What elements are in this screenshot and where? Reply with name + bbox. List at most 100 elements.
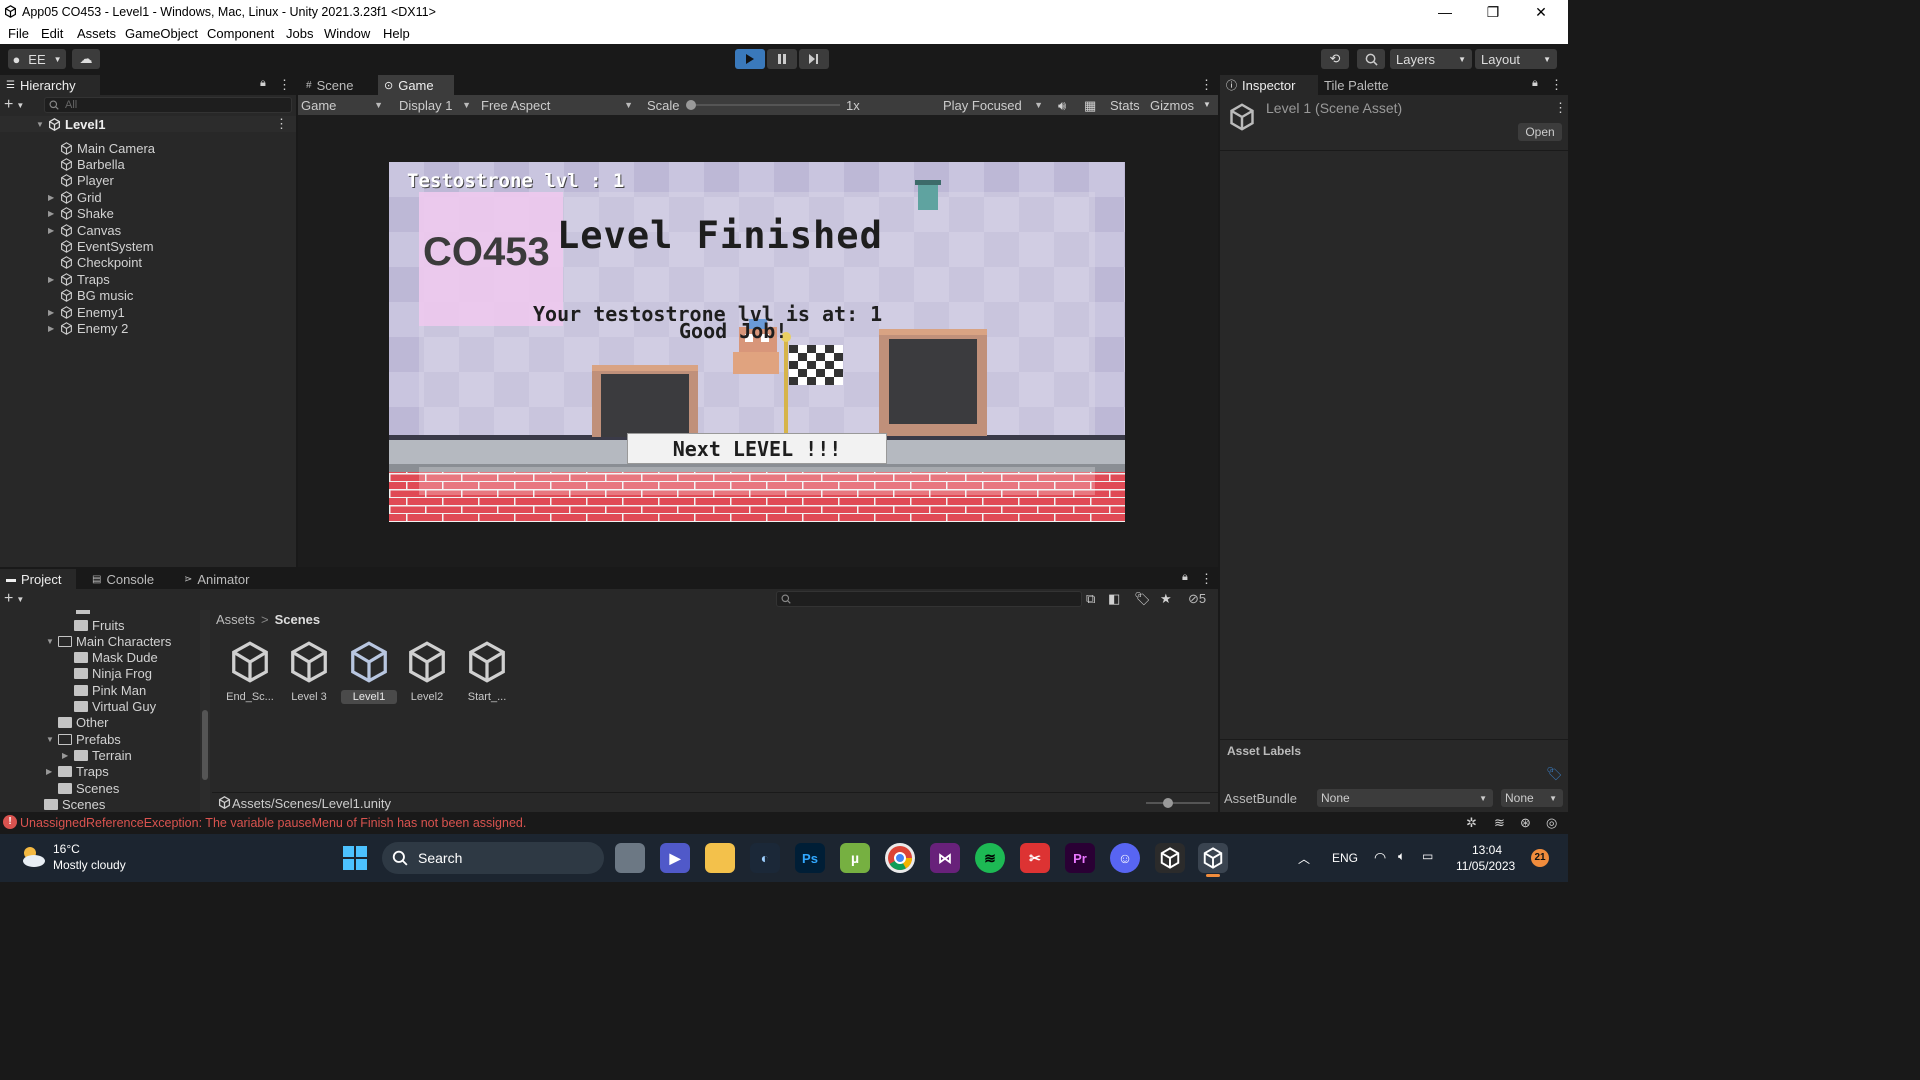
icon-size-slider-handle[interactable] [1163,798,1173,808]
project-folder[interactable]: Other [46,715,109,731]
menu-jobs[interactable]: Jobs [286,26,313,41]
mute-audio-icon[interactable]: 🔊︎ [1058,98,1066,114]
discord-icon[interactable]: ☺ [1110,843,1140,873]
scale-slider[interactable] [686,100,840,110]
hierarchy-scene-row[interactable]: ▼ Level1 ⋮ [0,116,296,132]
stats-button[interactable]: Stats [1110,98,1140,113]
tab-console[interactable]: ▤ Console [86,569,166,589]
project-folder[interactable]: ▶ Traps [46,764,109,780]
tree-arrow-icon[interactable]: ▼ [46,637,56,646]
lock-icon[interactable]: 🔒︎ [1532,77,1538,90]
snipping-tool-icon[interactable]: ✂ [1020,843,1050,873]
teams-icon[interactable]: ▶ [660,843,690,873]
file-explorer-icon[interactable] [705,843,735,873]
hierarchy-item[interactable]: Checkpoint [0,255,296,271]
minimize-button[interactable]: — [1422,0,1468,24]
expand-arrow-icon[interactable]: ▶ [48,308,58,317]
menu-window[interactable]: Window [324,26,370,41]
breadcrumb-assets[interactable]: Assets [216,612,255,627]
search-button[interactable] [1357,49,1385,69]
hierarchy-item[interactable]: ▶ Enemy 2 [0,320,296,336]
step-button[interactable] [799,49,829,69]
menu-help[interactable]: Help [383,26,410,41]
close-button[interactable]: ✕ [1518,0,1564,24]
project-folder[interactable]: Pink Man [62,682,146,698]
tab-scene[interactable]: # Scene [300,75,376,95]
notification-badge[interactable]: 21 [1531,849,1549,867]
menu-component[interactable]: Component [207,26,274,41]
hierarchy-item[interactable]: ▶ Enemy1 [0,304,296,320]
collapse-arrow-icon[interactable]: ▼ [36,120,46,129]
start-button[interactable] [342,845,368,871]
menu-assets[interactable]: Assets [77,26,116,41]
tab-project[interactable]: ▬ Project [0,569,76,589]
icon-size-slider[interactable] [1146,798,1210,808]
tag-icon[interactable]: 🏷︎ [1546,766,1563,782]
hierarchy-item[interactable]: Barbella [0,156,296,172]
bug-icon[interactable]: ✲ [1466,815,1477,831]
scene-asset[interactable]: Level1 [341,640,397,704]
console-error-message[interactable]: UnassignedReferenceException: The variab… [20,816,526,830]
play-button[interactable] [735,49,765,69]
expand-arrow-icon[interactable]: ▶ [48,275,58,284]
spotify-icon[interactable]: ≋ [975,843,1005,873]
menu-gameobject[interactable]: GameObject [125,26,198,41]
next-level-button[interactable]: Next LEVEL !!! [627,433,887,464]
undo-history-button[interactable]: ⟲ [1321,49,1349,69]
account-dropdown[interactable]: ● EE ▼ [8,49,66,69]
hierarchy-search-input[interactable]: All [44,97,292,113]
scrollbar-thumb[interactable] [202,710,208,780]
open-button[interactable]: Open [1518,123,1562,141]
weather-widget[interactable] [18,842,48,872]
tab-hierarchy[interactable]: ☰ Hierarchy [0,75,100,95]
project-folder[interactable]: Scenes [32,796,105,812]
taskbar-search-box[interactable]: Search [382,842,604,874]
tab-animator[interactable]: ⋗ Animator [178,569,268,589]
clock-time[interactable]: 13:04 [1472,843,1502,857]
visual-studio-icon[interactable]: ⋈ [930,843,960,873]
lock-icon[interactable]: 🔒︎ [260,77,266,90]
project-folder[interactable]: Mask Dude [62,650,158,666]
filter-type-icon[interactable]: ◧ [1108,591,1120,607]
stats-grid-icon[interactable]: ▦ [1084,98,1096,114]
expand-arrow-icon[interactable]: ▶ [48,324,58,333]
filter-label-icon[interactable]: 🏷︎ [1134,591,1151,607]
layers-dropdown[interactable]: Layers ▼ [1390,49,1472,69]
create-button[interactable]: + ▼ [4,96,34,113]
scene-asset[interactable]: End_Sc... [222,640,278,704]
project-folder[interactable]: Ninja Frog [62,666,152,682]
tree-arrow-icon[interactable]: ▶ [62,751,72,760]
cache-icon[interactable]: ⊛ [1520,815,1531,831]
search-by-type-icon[interactable]: ⧉ [1086,591,1095,607]
project-folder[interactable]: Scenes [46,780,119,796]
pause-button[interactable] [767,49,797,69]
unity-hub-icon[interactable] [1155,843,1185,873]
expand-arrow-icon[interactable]: ▶ [48,226,58,235]
clock-date[interactable]: 11/05/2023 [1456,859,1515,873]
tree-arrow-icon[interactable]: ▼ [46,735,56,744]
hierarchy-item[interactable]: Main Camera [0,140,296,156]
menu-file[interactable]: File [8,26,29,41]
more-options-icon[interactable]: ⋮ [1550,77,1563,93]
assetbundle-dropdown[interactable]: None ▼ [1317,789,1493,807]
utorrent-icon[interactable]: µ [840,843,870,873]
chevron-down-icon[interactable]: ▼ [1203,100,1211,109]
hierarchy-item[interactable]: ▶ Traps [0,271,296,287]
volume-icon[interactable]: 🔈︎ [1398,849,1405,864]
tab-tile-palette[interactable]: Tile Palette [1318,75,1410,95]
tree-scrollbar[interactable] [200,610,210,812]
play-focused-dropdown[interactable]: Play Focused ▼ [943,95,1049,115]
create-asset-button[interactable]: + ▼ [4,590,34,607]
scene-asset[interactable]: Start_... [459,640,515,704]
chevron-up-icon[interactable]: ︿ [1298,850,1310,867]
premiere-icon[interactable]: Pr [1065,843,1095,873]
menu-edit[interactable]: Edit [41,26,63,41]
variant-dropdown[interactable]: None ▼ [1501,789,1563,807]
hierarchy-item[interactable]: ▶ Canvas [0,222,296,238]
tree-arrow-icon[interactable]: ▶ [46,767,56,776]
layout-dropdown[interactable]: Layout ▼ [1475,49,1557,69]
hierarchy-item[interactable]: ▶ Grid [0,189,296,205]
task-view-icon[interactable] [615,843,645,873]
tab-game[interactable]: ⊙ Game [378,75,454,95]
project-folder[interactable]: ▶ Terrain [62,747,132,763]
